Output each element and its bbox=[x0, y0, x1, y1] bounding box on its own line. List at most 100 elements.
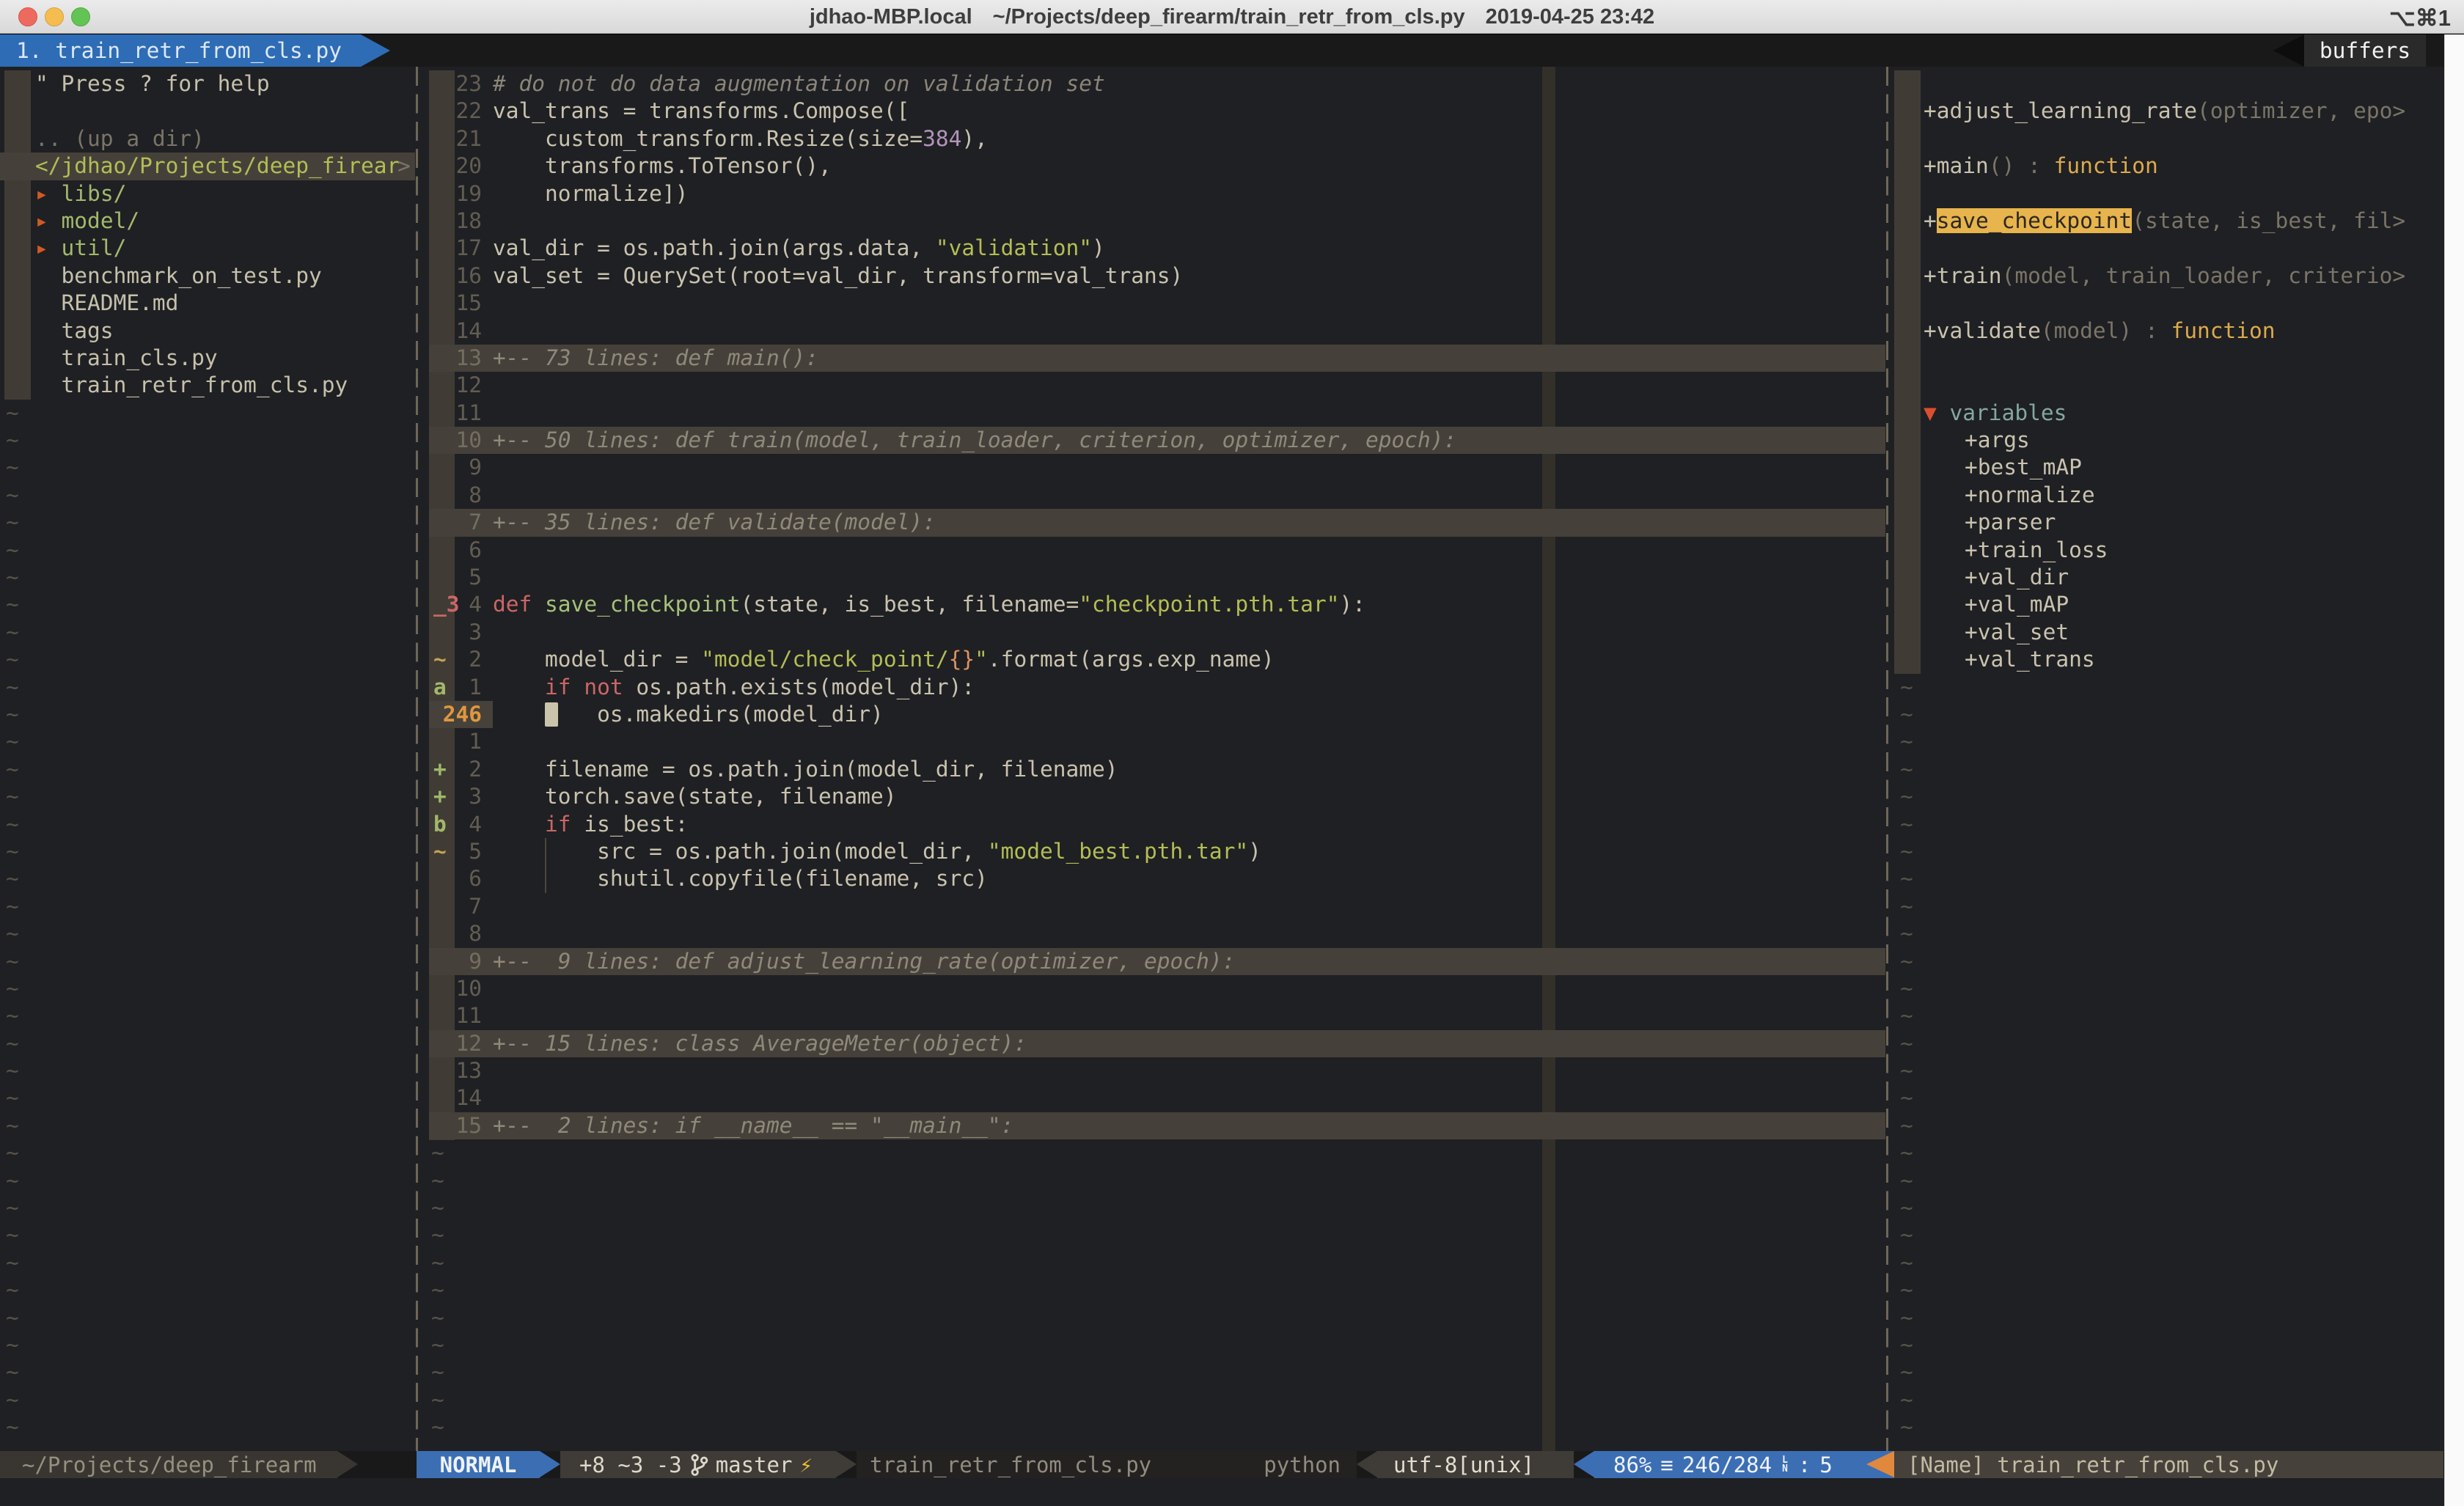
tag-item[interactable]: +val_mAP bbox=[1894, 591, 2443, 618]
tree-item[interactable]: train_retr_from_cls.py bbox=[0, 372, 415, 399]
empty-line: ~ bbox=[0, 1139, 415, 1167]
clock: 2019-04-25 23:42 bbox=[1486, 5, 1655, 29]
code-line[interactable]: 8 bbox=[429, 482, 1885, 509]
code-line[interactable]: 14 bbox=[429, 1084, 1885, 1112]
column-number: 5 bbox=[1819, 1452, 1832, 1477]
code-line[interactable]: 6 shutil.copyfile(filename, src) bbox=[429, 865, 1885, 892]
truncation-marker: > bbox=[397, 153, 411, 180]
window-separator-left[interactable] bbox=[416, 67, 418, 1451]
tab-active[interactable]: 1. train_retr_from_cls.py bbox=[0, 34, 361, 67]
tree-item[interactable] bbox=[0, 98, 415, 125]
git-section: +8 ~3 -3 master ⚡ bbox=[560, 1451, 836, 1478]
tag-item[interactable]: +normalize bbox=[1894, 482, 2443, 509]
tag-item[interactable]: +args bbox=[1894, 427, 2443, 454]
code-line[interactable]: 7 bbox=[429, 893, 1885, 920]
empty-line: ~ bbox=[0, 1386, 415, 1414]
tag-item[interactable]: +val_set bbox=[1894, 619, 2443, 646]
empty-line: ~ bbox=[0, 948, 415, 975]
tag-item[interactable]: +val_dir bbox=[1894, 564, 2443, 591]
tree-item[interactable]: README.md bbox=[0, 290, 415, 317]
code-line[interactable]: 14 bbox=[429, 317, 1885, 345]
code-line[interactable]: ~5 src = os.path.join(model_dir, "model_… bbox=[429, 838, 1885, 865]
tree-item[interactable]: " Press ? for help bbox=[0, 70, 415, 98]
folded-line[interactable]: 13+-- 73 lines: def main(): bbox=[429, 345, 1885, 372]
code-line[interactable]: 19 normalize]) bbox=[429, 180, 1885, 207]
code-line[interactable]: 17val_dir = os.path.join(args.data, "val… bbox=[429, 235, 1885, 262]
code-line[interactable]: 22val_trans = transforms.Compose([ bbox=[429, 98, 1885, 125]
code-line[interactable]: +3 torch.save(state, filename) bbox=[429, 783, 1885, 810]
lightning-icon: ⚡ bbox=[799, 1452, 812, 1477]
code-line[interactable]: 3 bbox=[429, 619, 1885, 646]
empty-line: ~ bbox=[0, 1414, 415, 1441]
folded-line[interactable]: 15+-- 2 lines: if __name__ == "__main__"… bbox=[429, 1112, 1885, 1139]
folded-line[interactable]: 12+-- 15 lines: class AverageMeter(objec… bbox=[429, 1030, 1885, 1057]
code-line[interactable]: 11 bbox=[429, 400, 1885, 427]
code-line[interactable]: 5 bbox=[429, 564, 1885, 591]
line-number: 15 bbox=[435, 1112, 482, 1139]
tree-item[interactable]: ▸ libs/ bbox=[0, 180, 415, 207]
empty-line: ~ bbox=[1894, 1194, 2443, 1222]
empty-line: ~ bbox=[429, 1386, 1885, 1414]
code-line[interactable]: 16val_set = QuerySet(root=val_dir, trans… bbox=[429, 262, 1885, 290]
code-line[interactable]: 8 bbox=[429, 920, 1885, 947]
tag-item[interactable]: +train(model, train_loader, criterio> bbox=[1894, 262, 2443, 290]
empty-line: ~ bbox=[0, 591, 415, 618]
tag-item[interactable]: +main() : function bbox=[1894, 153, 2443, 180]
terminal-scrollbar[interactable] bbox=[2444, 34, 2464, 1506]
code-line[interactable]: +2 filename = os.path.join(model_dir, fi… bbox=[429, 756, 1885, 783]
code-line[interactable]: 246 os.makedirs(model_dir) bbox=[429, 701, 1885, 728]
tree-item[interactable]: train_cls.py bbox=[0, 345, 415, 372]
code-line[interactable]: 6 bbox=[429, 537, 1885, 564]
blank-line bbox=[1894, 180, 2443, 207]
folded-line[interactable]: 10+-- 50 lines: def train(model, train_l… bbox=[429, 427, 1885, 454]
tag-item[interactable]: +best_mAP bbox=[1894, 454, 2443, 481]
tag-item[interactable]: +val_trans bbox=[1894, 646, 2443, 673]
tag-item[interactable]: ▼ variables bbox=[1894, 400, 2443, 427]
code-line[interactable]: 13 bbox=[429, 1057, 1885, 1084]
code-line[interactable]: 12 bbox=[429, 372, 1885, 399]
tree-item[interactable]: ▸ model/ bbox=[0, 207, 415, 235]
code-line[interactable]: 23# do not do data augmentation on valid… bbox=[429, 70, 1885, 98]
line-number: 19 bbox=[435, 180, 482, 207]
empty-line: ~ bbox=[1894, 1030, 2443, 1057]
code-line[interactable]: 9 bbox=[429, 454, 1885, 481]
code-line[interactable]: 15 bbox=[429, 290, 1885, 317]
command-line[interactable] bbox=[0, 1478, 2464, 1506]
tree-item[interactable]: .. (up a dir) bbox=[0, 125, 415, 153]
empty-line: ~ bbox=[0, 1359, 415, 1386]
tree-root-item[interactable]: </jdhao/Projects/deep_firear> bbox=[0, 153, 415, 180]
code-line[interactable]: b4 if is_best: bbox=[429, 811, 1885, 838]
code-line[interactable]: _34def save_checkpoint(state, is_best, f… bbox=[429, 591, 1885, 618]
folded-line[interactable]: 9+-- 9 lines: def adjust_learning_rate(o… bbox=[429, 948, 1885, 975]
code-line[interactable]: 21 custom_transform.Resize(size=384), bbox=[429, 125, 1885, 153]
hostname: jdhao-MBP.local bbox=[810, 5, 972, 29]
code-line[interactable]: 1 bbox=[429, 728, 1885, 755]
tag-item[interactable]: +parser bbox=[1894, 509, 2443, 536]
code-line[interactable]: 11 bbox=[429, 1002, 1885, 1029]
tree-item[interactable]: tags bbox=[0, 317, 415, 345]
empty-line: ~ bbox=[0, 1002, 415, 1029]
tree-item[interactable]: ▸ util/ bbox=[0, 235, 415, 262]
code-line[interactable]: 18 bbox=[429, 207, 1885, 235]
tag-item[interactable]: +validate(model) : function bbox=[1894, 317, 2443, 345]
file-path: ~/Projects/deep_firearm/train_retr_from_… bbox=[993, 5, 1465, 29]
code-line[interactable]: 20 transforms.ToTensor(), bbox=[429, 153, 1885, 180]
tag-item[interactable]: +adjust_learning_rate(optimizer, epo> bbox=[1894, 98, 2443, 125]
tag-item[interactable]: +save_checkpoint(state, is_best, fil> bbox=[1894, 207, 2443, 235]
scroll-percent: 86% bbox=[1613, 1452, 1651, 1477]
line-number: 2 bbox=[435, 756, 482, 783]
code-line[interactable]: ~2 model_dir = "model/check_point/{}".fo… bbox=[429, 646, 1885, 673]
line-number: 5 bbox=[435, 564, 482, 591]
window-separator-right[interactable] bbox=[1886, 67, 1888, 1451]
tag-item[interactable]: +train_loss bbox=[1894, 537, 2443, 564]
empty-line: ~ bbox=[0, 811, 415, 838]
tab-arrow-separator bbox=[361, 34, 390, 67]
ln-icon: LN bbox=[1782, 1456, 1788, 1474]
line-number: 12 bbox=[435, 372, 482, 399]
folded-line[interactable]: 7+-- 35 lines: def validate(model): bbox=[429, 509, 1885, 536]
code-line[interactable]: a1 if not os.path.exists(model_dir): bbox=[429, 674, 1885, 701]
empty-line: ~ bbox=[0, 1304, 415, 1331]
buffers-label[interactable]: buffers bbox=[2304, 34, 2426, 67]
code-line[interactable]: 10 bbox=[429, 975, 1885, 1002]
tree-item[interactable]: benchmark_on_test.py bbox=[0, 262, 415, 290]
